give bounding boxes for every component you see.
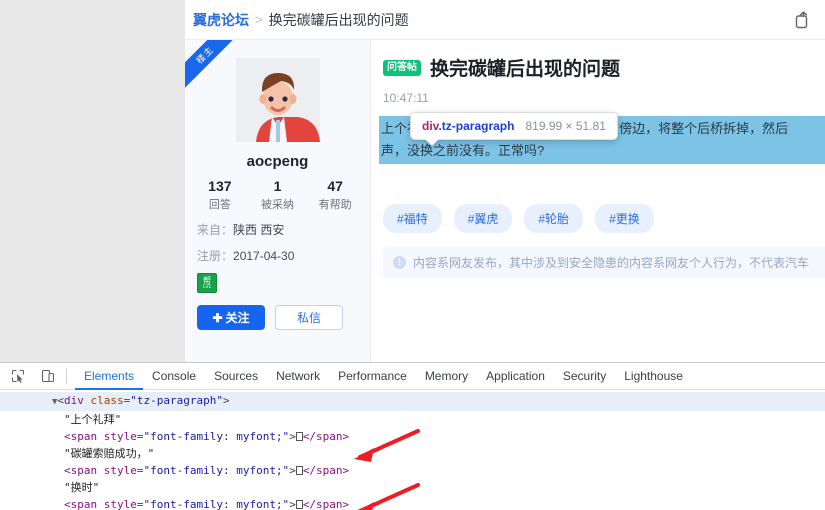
element-inspect-tooltip: div.tz-paragraph 819.99 × 51.81 xyxy=(410,112,618,140)
tab-lighthouse[interactable]: Lighthouse xyxy=(615,363,692,390)
span-close-2: </span> xyxy=(302,464,350,477)
dom-span-node-1[interactable]: <span style="font-family: myfont;"> </spa… xyxy=(0,428,825,445)
span-gt-2: > xyxy=(289,464,296,477)
user-stats: 137 回答 1 被采纳 47 有帮助 xyxy=(185,178,370,212)
user-card: 楼主 aocpeng 137 回答 1 被采纳 47 有帮助 来自：陕西 西安 … xyxy=(185,40,371,362)
post-tags: #福特 #翼虎 #轮胎 #更换 xyxy=(383,204,825,233)
close-bracket: > xyxy=(223,394,230,407)
tag-chip-2[interactable]: #轮胎 xyxy=(524,204,584,233)
span-close-3: </span> xyxy=(302,498,350,510)
tab-sources[interactable]: Sources xyxy=(205,363,267,390)
tab-memory[interactable]: Memory xyxy=(416,363,477,390)
missing-glyph-icon xyxy=(295,432,303,441)
dom-span-node-3[interactable]: <span style="font-family: myfont;"> </spa… xyxy=(0,496,825,510)
span-open-1: <span style= xyxy=(64,430,144,443)
stat-answers: 137 回答 xyxy=(191,178,249,212)
dom-text-node-2[interactable]: "碳罐索赔成功，" xyxy=(0,445,825,462)
page-content: 翼虎论坛 > 换完碳罐后出现的问题 楼主 aocpeng 137 回答 1 被采… xyxy=(185,0,825,362)
span-style-1: "font-family: myfont;" xyxy=(143,430,290,443)
post-paragraph-line-2: 声，没换之前没有。正常吗? xyxy=(381,143,545,158)
dom-text-node-3[interactable]: "换时" xyxy=(0,479,825,496)
level-badge: 帮 LV1 xyxy=(197,273,217,293)
text-node-2-value: "碳罐索赔成功，" xyxy=(64,447,155,460)
stat-answers-value: 137 xyxy=(208,178,232,194)
tag-chip-1[interactable]: #翼虎 xyxy=(453,204,513,233)
span-close-1: </span> xyxy=(302,430,350,443)
tab-application[interactable]: Application xyxy=(477,363,554,390)
toolbar-divider xyxy=(66,368,67,384)
plus-icon: ✚ xyxy=(212,310,223,325)
user-register-label: 注册： xyxy=(197,249,234,263)
stat-accepted-value: 1 xyxy=(273,178,282,194)
stat-accepted: 1 被采纳 xyxy=(249,178,307,212)
tab-security[interactable]: Security xyxy=(554,363,615,390)
text-node-3-value: "换时" xyxy=(64,481,100,494)
avatar[interactable] xyxy=(235,58,320,142)
level-badge-level: LV1 xyxy=(203,283,211,290)
tag-chip-3[interactable]: #更换 xyxy=(595,204,654,233)
info-icon: ! xyxy=(393,256,406,269)
share-icon[interactable] xyxy=(793,9,815,31)
node-attr-name: class xyxy=(83,394,124,407)
user-location: 来自：陕西 西安 xyxy=(197,221,370,238)
span-gt-1: > xyxy=(289,430,296,443)
dom-node-div[interactable]: ▼<div class="tz-paragraph"> xyxy=(0,392,825,411)
tooltip-tag-name: div xyxy=(422,119,439,133)
user-location-value: 陕西 西安 xyxy=(233,223,285,237)
missing-glyph-icon xyxy=(295,466,303,475)
user-actions: ✚ 关注 私信 xyxy=(197,305,370,330)
user-register-value: 2017-04-30 xyxy=(233,249,295,263)
stat-answers-label: 回答 xyxy=(208,199,231,211)
page-title: 换完碳罐后出现的问题 xyxy=(430,59,621,80)
breadcrumb-forum-link[interactable]: 翼虎论坛 xyxy=(193,10,249,30)
post-time: 10:47:11 xyxy=(383,91,429,105)
device-toolbar-icon[interactable] xyxy=(36,365,60,387)
post-main: 问答帖 换完碳罐后出现的问题 10:47:11 上个礼拜六碳罐索赔成功，更换时一… xyxy=(371,40,825,362)
username: aocpeng xyxy=(246,153,309,170)
span-gt-3: > xyxy=(289,498,296,510)
post-meta: 10:47:11 xyxy=(383,90,825,106)
inspect-element-icon[interactable] xyxy=(6,365,30,387)
tab-performance[interactable]: Performance xyxy=(329,363,416,390)
stat-accepted-label: 被采纳 xyxy=(261,199,294,211)
tab-elements[interactable]: Elements xyxy=(75,363,143,390)
node-tag-name: div xyxy=(64,394,84,407)
dom-span-node-2[interactable]: <span style="font-family: myfont;"> </spa… xyxy=(0,462,825,479)
tag-chip-0[interactable]: #福特 xyxy=(383,204,442,233)
missing-glyph-icon xyxy=(295,500,303,509)
stat-helpful-value: 47 xyxy=(327,178,343,194)
user-register-date: 注册：2017-04-30 xyxy=(197,247,370,264)
dom-text-node-1[interactable]: "上个礼拜" xyxy=(0,411,825,428)
dom-tree: ▼<div class="tz-paragraph"> "上个礼拜" <span… xyxy=(0,390,825,510)
disclaimer-text: 内容系网友发布，其中涉及到安全隐患的内容系网友个人行为，不代表汽车 xyxy=(413,256,810,270)
span-style-3: "font-family: myfont;" xyxy=(143,498,290,510)
post-body: 楼主 aocpeng 137 回答 1 被采纳 47 有帮助 来自：陕西 西安 … xyxy=(185,40,825,362)
devtools-panel: Elements Console Sources Network Perform… xyxy=(0,362,825,510)
tooltip-class-name: .tz-paragraph xyxy=(438,119,515,133)
breadcrumb: 翼虎论坛 > 换完碳罐后出现的问题 xyxy=(185,0,825,40)
follow-button[interactable]: ✚ 关注 xyxy=(197,305,265,330)
browser-viewport: 翼虎论坛 > 换完碳罐后出现的问题 楼主 aocpeng 137 回答 1 被采… xyxy=(0,0,825,362)
tooltip-dimensions: 819.99 × 51.81 xyxy=(525,119,606,133)
stat-helpful: 47 有帮助 xyxy=(306,178,364,212)
text-node-1-value: "上个礼拜" xyxy=(64,413,122,426)
span-style-2: "font-family: myfont;" xyxy=(143,464,290,477)
user-location-label: 来自： xyxy=(197,223,234,237)
message-button[interactable]: 私信 xyxy=(275,305,343,330)
span-open-3: <span style= xyxy=(64,498,144,510)
tab-network[interactable]: Network xyxy=(267,363,329,390)
node-attr-value: "tz-paragraph" xyxy=(130,394,224,407)
post-type-badge: 问答帖 xyxy=(383,59,421,76)
stat-helpful-label: 有帮助 xyxy=(318,199,352,211)
follow-button-label: 关注 xyxy=(225,311,250,325)
tab-console[interactable]: Console xyxy=(143,363,205,390)
span-open-2: <span style= xyxy=(64,464,144,477)
screenshot-root: 翼虎论坛 > 换完碳罐后出现的问题 楼主 aocpeng 137 回答 1 被采… xyxy=(0,0,825,510)
breadcrumb-current: 换完碳罐后出现的问题 xyxy=(268,11,409,28)
post-header: 问答帖 换完碳罐后出现的问题 xyxy=(383,54,825,81)
breadcrumb-separator: > xyxy=(255,12,263,27)
devtools-tabbar: Elements Console Sources Network Perform… xyxy=(0,363,825,390)
disclaimer-notice: ! 内容系网友发布，其中涉及到安全隐患的内容系网友个人行为，不代表汽车 xyxy=(383,247,825,278)
